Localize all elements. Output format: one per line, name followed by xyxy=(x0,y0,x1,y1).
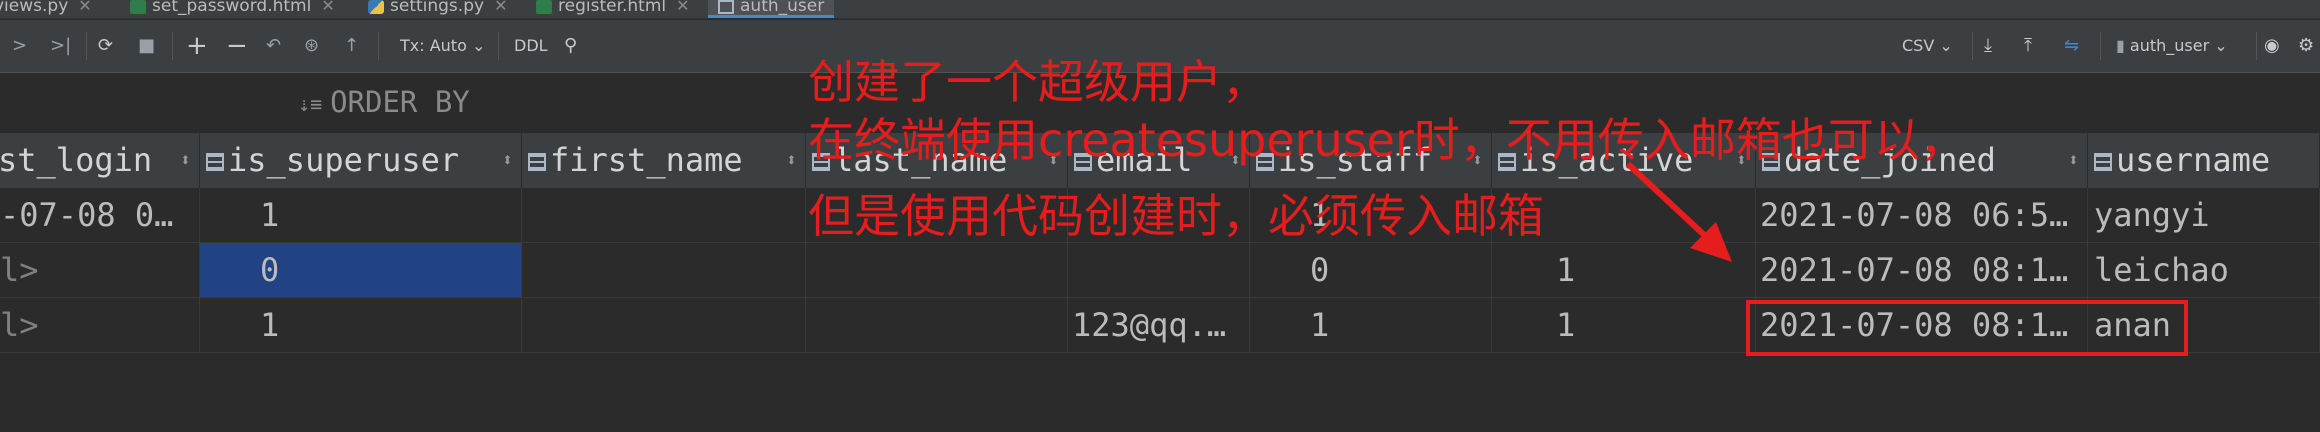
annotation-arrow xyxy=(1625,161,1732,262)
